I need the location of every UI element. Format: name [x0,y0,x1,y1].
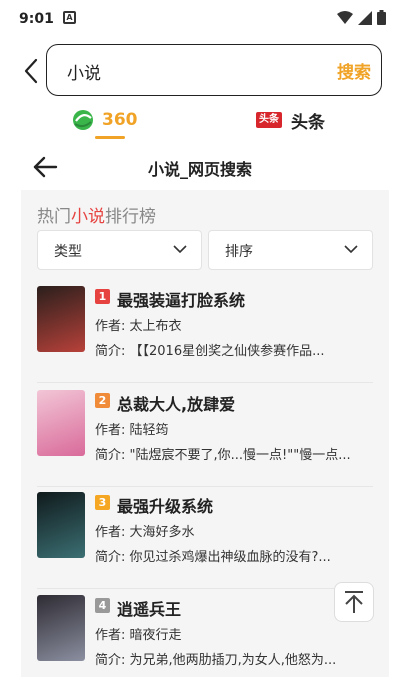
book-author: 作者: 大海好多水 [95,525,195,540]
tab-360-label: 360 [102,110,138,130]
filter-type-dropdown[interactable]: 类型 [37,230,202,270]
status-bar: 9:01 A [0,0,400,38]
active-tab-indicator [95,136,125,139]
book-author: 作者: 太上布衣 [95,319,182,334]
notification-icon: A [63,11,76,24]
hot-list-title: 热门小说排行榜 [37,202,156,227]
book-cover [37,390,85,456]
book-title: 逍遥兵王 [117,600,182,619]
book-intro: 简介: 你见过杀鸡爆出神级血脉的没有?... [95,550,331,565]
hot-title-suffix: 排行榜 [105,207,156,227]
search-input[interactable]: 小说 搜索 [46,44,382,96]
tab-360[interactable]: 360 [72,105,138,135]
book-item[interactable]: 3 最强升级系统 作者: 大海好多水 简介: 你见过杀鸡爆出神级血脉的没有?..… [37,492,373,590]
filter-type-label: 类型 [54,244,82,260]
book-intro: 简介: 【【2016星创奖之仙侠参赛作品... [95,344,325,359]
book-item[interactable]: 2 总裁大人,放肆爱 作者: 陆轻筠 简介: "陆煜宸不要了,你...慢一点!"… [37,390,373,488]
page-header: 小说_网页搜索 [0,144,400,190]
page-title: 小说_网页搜索 [147,160,252,179]
toutiao-logo-icon: 头条 [256,112,282,128]
book-item[interactable]: 1 最强装逼打脸系统 作者: 太上布衣 简介: 【【2016星创奖之仙侠参赛作品… [37,286,373,384]
hot-title-prefix: 热门 [37,207,71,227]
status-time: 9:01 [19,11,54,27]
book-cover [37,595,85,661]
book-author: 作者: 暗夜行走 [95,628,182,643]
rank-badge: 3 [95,495,110,510]
wifi-icon [337,10,353,24]
rank-badge: 4 [95,598,110,613]
divider [37,382,373,383]
rank-badge: 2 [95,393,110,408]
back-arrow-icon[interactable] [20,57,42,85]
chevron-down-icon [173,245,187,254]
tab-toutiao[interactable]: 头条 头条 [256,105,325,135]
book-intro: 简介: 为兄弟,他两肋插刀,为女人,他怒为... [95,653,337,668]
divider [37,486,373,487]
scroll-to-top-button[interactable] [334,582,374,622]
battery-icon [377,10,386,25]
book-title: 最强装逼打脸系统 [117,291,246,310]
book-cover [37,286,85,352]
360-logo-icon [73,110,93,130]
filter-sort-dropdown[interactable]: 排序 [208,230,373,270]
search-query[interactable]: 小说 [67,59,101,84]
signal-icon [358,10,372,25]
book-title: 最强升级系统 [117,497,214,516]
book-cover [37,492,85,558]
book-author: 作者: 陆轻筠 [95,423,169,438]
divider [37,588,373,589]
book-intro: 简介: "陆煜宸不要了,你...慢一点!""慢一点... [95,448,351,463]
hot-title-highlight: 小说 [71,207,105,227]
search-button[interactable]: 搜索 [337,58,371,83]
filter-sort-label: 排序 [225,244,253,260]
tab-toutiao-label: 头条 [291,112,325,133]
system-icons [337,10,386,25]
arrow-up-icon [345,591,363,613]
chevron-down-icon [344,245,358,254]
book-item[interactable]: 4 逍遥兵王 作者: 暗夜行走 简介: 为兄弟,他两肋插刀,为女人,他怒为... [37,595,373,693]
rank-badge: 1 [95,289,110,304]
book-title: 总裁大人,放肆爱 [117,395,236,414]
